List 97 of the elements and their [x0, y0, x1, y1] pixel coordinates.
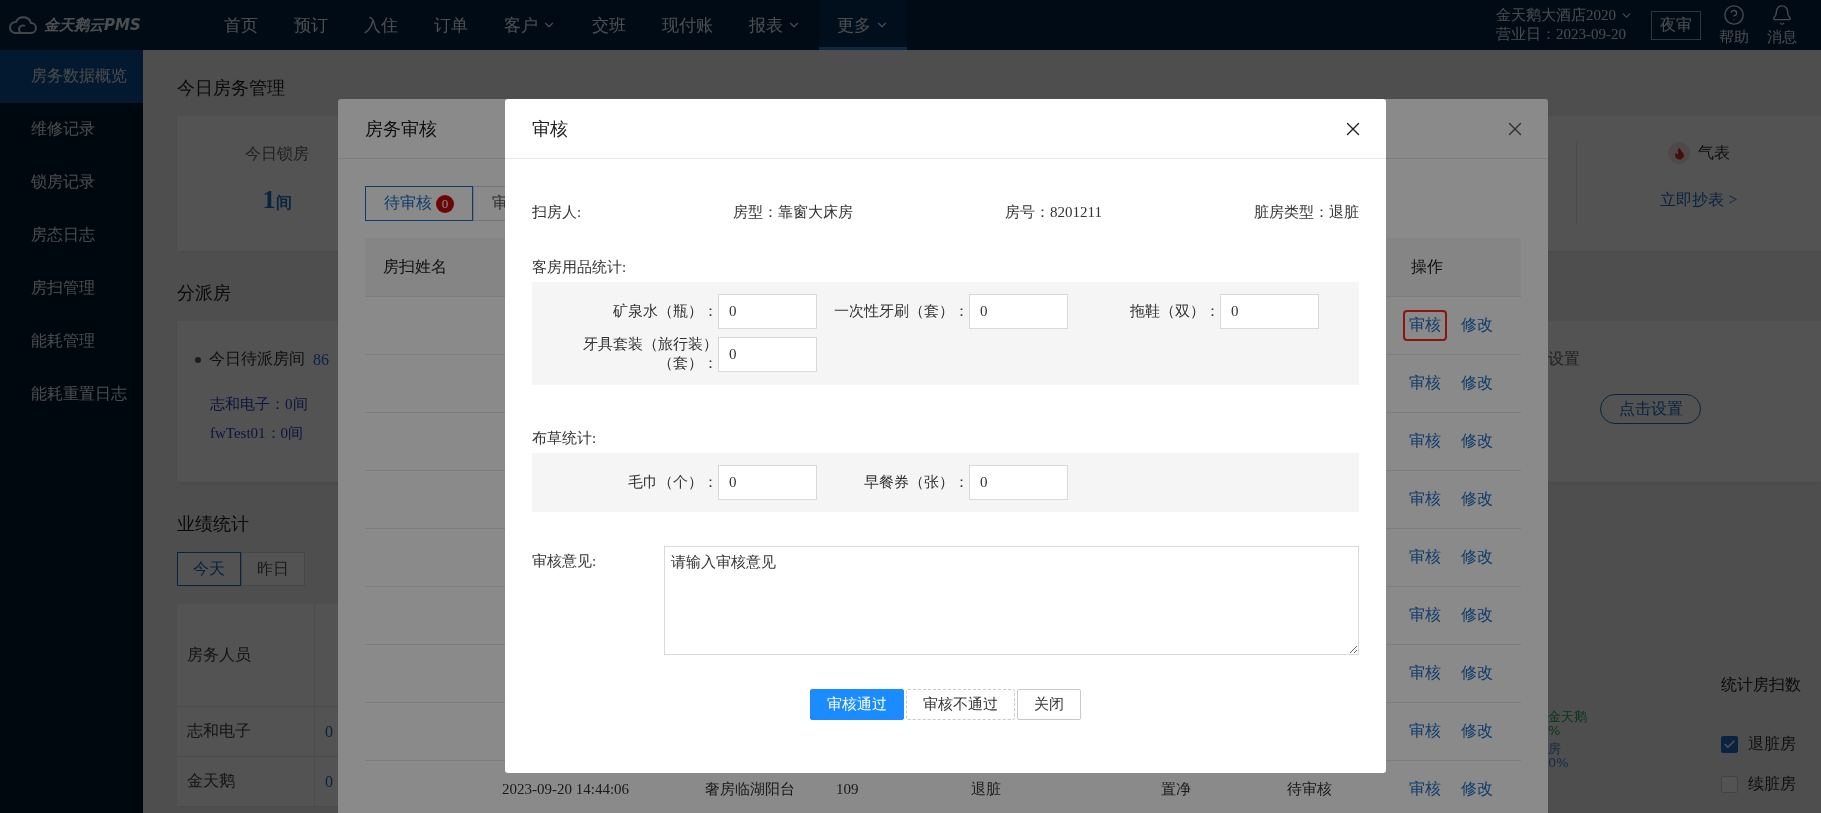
nav-item[interactable]: 预订 — [276, 0, 346, 50]
table-header-cell: 房务人员 — [177, 604, 315, 707]
messages-button[interactable]: 消息 — [1767, 3, 1797, 47]
input-field[interactable]: 0 — [718, 465, 817, 500]
action-link[interactable]: 修改 — [1455, 658, 1499, 689]
input-field[interactable]: 0 — [718, 294, 817, 329]
period-tab[interactable]: 今天 — [177, 552, 241, 586]
nav-item[interactable]: 更多 — [819, 0, 907, 50]
info-text: 脏房类型：退脏 — [1254, 203, 1359, 222]
help-icon — [1723, 3, 1745, 26]
action-link[interactable]: 修改 — [1455, 542, 1499, 573]
comment-field[interactable]: 请输入审核意见 — [663, 546, 1359, 655]
bell-icon — [1771, 3, 1793, 26]
action-link[interactable]: 修改 — [1455, 716, 1499, 747]
checkbox-label: 退脏房 — [1748, 733, 1796, 754]
checkbox-label: 续脏房 — [1748, 773, 1796, 794]
sidebar-item[interactable]: 房态日志 — [0, 209, 143, 262]
column-header: 房扫姓名 — [382, 256, 448, 277]
checkbox[interactable] — [1721, 735, 1738, 753]
action-link[interactable]: 修改 — [1455, 426, 1499, 457]
locked-rooms-value: 1间 — [262, 185, 292, 215]
nav-item[interactable]: 交班 — [574, 0, 644, 50]
nav-item[interactable]: 订单 — [416, 0, 486, 50]
nav-item[interactable]: 现付账 — [644, 0, 731, 50]
info-text: 扫房人: — [532, 203, 582, 222]
nav-item[interactable]: 入住 — [346, 0, 416, 50]
section-title: 布草统计: — [532, 429, 598, 448]
chart-legend-label: 金天鹅 % — [1548, 710, 1587, 738]
section-title: 分派房 — [177, 282, 232, 305]
field-label: 拖鞋（双）： — [1129, 302, 1220, 321]
action-link[interactable]: 修改 — [1455, 310, 1499, 341]
action-link[interactable]: 审核 — [1403, 658, 1447, 689]
check-icon — [1723, 737, 1736, 751]
gas-meter-label: 气表 — [1698, 142, 1730, 163]
help-button[interactable]: 帮助 — [1719, 3, 1749, 47]
dialog-button[interactable]: 审核通过 — [810, 689, 904, 720]
sidebar-item[interactable]: 维修记录 — [0, 103, 143, 156]
stats-title: 统计房扫数 — [1721, 675, 1801, 695]
night-audit-button[interactable]: 夜审 — [1651, 10, 1701, 40]
flame-icon — [1668, 142, 1690, 164]
action-link[interactable]: 修改 — [1455, 774, 1499, 805]
action-link[interactable]: 审核 — [1403, 484, 1447, 515]
action-link[interactable]: 审核 — [1403, 600, 1447, 631]
table-cell-text: 奢房临湖阳台 — [704, 780, 796, 799]
info-text: 房型：靠窗大床房 — [733, 203, 854, 222]
table-cell-text: 置净 — [1160, 780, 1192, 799]
read-meter-link[interactable]: 立即抄表 > — [1660, 190, 1738, 211]
input-field[interactable]: 0 — [1220, 294, 1319, 329]
hotel-selector[interactable]: 金天鹅大酒店2020 — [1496, 6, 1633, 25]
business-date: 营业日：2023-09-20 — [1496, 25, 1627, 44]
action-link[interactable]: 修改 — [1455, 484, 1499, 515]
table-cell: 金天鹅 — [177, 757, 315, 807]
sidebar-item[interactable]: 房务数据概览 — [0, 50, 143, 103]
count-badge: 0 — [436, 194, 454, 213]
section-title: 业绩统计 — [177, 513, 250, 536]
table-cell-text: 109 — [835, 781, 860, 798]
section-title: 今日房务管理 — [177, 77, 286, 100]
table-cell-text: 待审核 — [1286, 780, 1333, 799]
nav-item[interactable]: 客户 — [486, 0, 574, 50]
info-text: 房号：8201211 — [1005, 203, 1103, 222]
action-link[interactable]: 审核 — [1403, 310, 1447, 341]
dialog-title: 房务审核 — [365, 117, 437, 141]
table-cell-text: 退脏 — [970, 780, 1002, 799]
nav-item[interactable]: 报表 — [731, 0, 819, 50]
action-link[interactable]: 审核 — [1403, 774, 1447, 805]
action-link[interactable]: 修改 — [1455, 600, 1499, 631]
sidebar-item[interactable]: 能耗管理 — [0, 315, 143, 368]
sidebar-item[interactable]: 锁房记录 — [0, 156, 143, 209]
action-link[interactable]: 审核 — [1403, 426, 1447, 457]
field-label: 矿泉水（瓶）： — [612, 302, 718, 321]
input-field[interactable]: 0 — [718, 336, 817, 372]
dialog-button[interactable]: 关闭 — [1017, 689, 1081, 720]
input-field[interactable]: 0 — [969, 294, 1068, 329]
action-link[interactable]: 审核 — [1403, 716, 1447, 747]
sidebar-item[interactable]: 能耗重置日志 — [0, 368, 143, 421]
input-field[interactable]: 0 — [969, 465, 1068, 500]
field-label: 牙具套装（旅行装）（套）： — [582, 335, 718, 373]
dialog-title: 审核 — [532, 117, 568, 141]
period-tab[interactable]: 昨日 — [241, 552, 305, 586]
table-cell-text: 2023-09-20 14:44:06 — [501, 781, 631, 798]
cloud-logo-icon — [8, 15, 38, 35]
column-header: 操作 — [1410, 257, 1443, 275]
table-cell: 志和电子 — [177, 707, 315, 757]
section-title: 客房用品统计: — [532, 258, 628, 277]
action-link[interactable]: 修改 — [1455, 368, 1499, 399]
field-label: 毛巾（个）： — [627, 473, 718, 492]
field-label: 一次性牙刷（套）： — [833, 302, 969, 321]
action-link[interactable]: 审核 — [1403, 542, 1447, 573]
field-label: 早餐券（张）： — [863, 473, 969, 492]
action-link[interactable]: 审核 — [1403, 368, 1447, 399]
settings-button[interactable]: 点击设置 — [1600, 394, 1701, 424]
sidebar-item[interactable]: 房扫管理 — [0, 262, 143, 315]
logo-text: 金天鹅云PMS — [44, 15, 141, 35]
nav-item[interactable]: 首页 — [206, 0, 276, 50]
review-tab[interactable]: 待审核 0 — [365, 186, 473, 221]
dialog-button[interactable]: 审核不通过 — [906, 689, 1015, 720]
comment-label: 审核意见: — [532, 552, 598, 571]
